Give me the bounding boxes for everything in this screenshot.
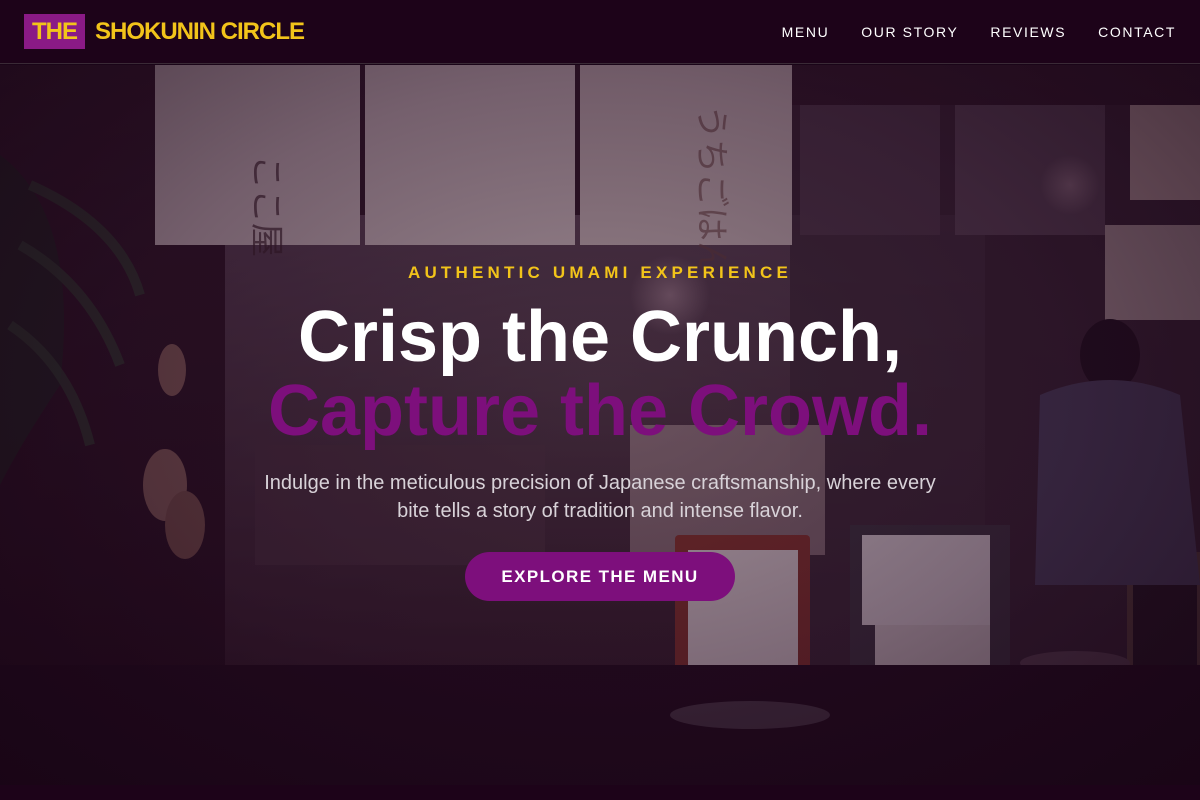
nav-menu[interactable]: MENU	[782, 24, 830, 40]
explore-menu-button[interactable]: EXPLORE THE MENU	[465, 552, 735, 601]
site-header: THE SHOKUNIN CIRCLE MENU OUR STORY REVIE…	[0, 0, 1200, 64]
logo[interactable]: THE SHOKUNIN CIRCLE	[24, 14, 305, 49]
hero-title-line2: Capture the Crowd.	[267, 371, 933, 451]
main-nav: MENU OUR STORY REVIEWS CONTACT	[782, 24, 1176, 40]
logo-text: SHOKUNIN CIRCLE	[95, 17, 305, 45]
nav-reviews[interactable]: REVIEWS	[990, 24, 1066, 40]
hero-description: Indulge in the meticulous precision of J…	[264, 472, 936, 522]
hero-content: AUTHENTIC UMAMI EXPERIENCE Crisp the Cru…	[0, 65, 1200, 785]
hero-eyebrow: AUTHENTIC UMAMI EXPERIENCE	[407, 263, 793, 282]
hero-title-line1: Crisp the Crunch,	[297, 297, 903, 377]
logo-badge: THE	[24, 14, 85, 49]
nav-our-story[interactable]: OUR STORY	[861, 24, 958, 40]
footer-strip	[0, 785, 1200, 800]
nav-contact[interactable]: CONTACT	[1098, 24, 1176, 40]
